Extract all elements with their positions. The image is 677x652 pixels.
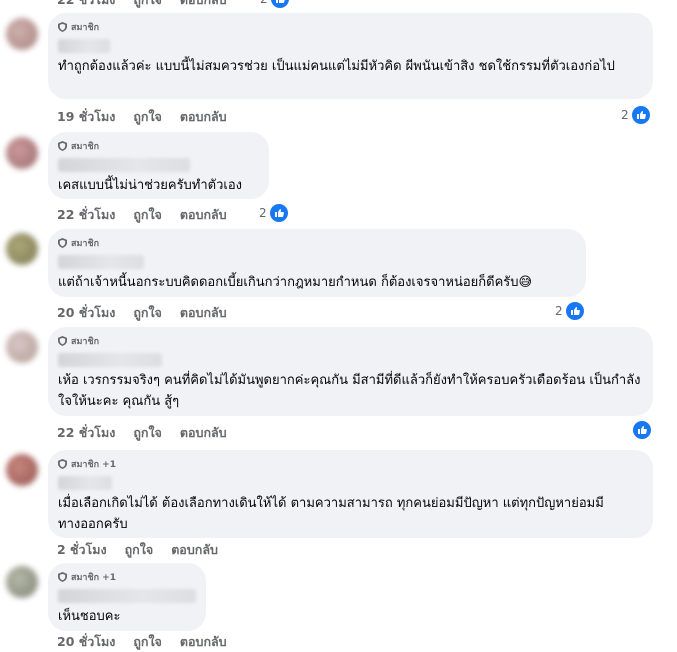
comment-text: ทำถูกต้องแล้วค่ะ แบบนี้ไม่สมควรช่วย เป็น…	[58, 59, 615, 74]
member-badge: สมาชิก	[58, 334, 641, 348]
comment-bubble: สมาชิก เห้อ เวรกรรมจริงๆ คนที่คิดไม่ได้ม…	[48, 327, 653, 416]
comment-bubble: สมาชิก เคสแบบนี้ไม่น่าช่วยครับทำตัวเอง	[48, 132, 269, 199]
comment-bubble: สมาชิก +1 เมื่อเลือกเกิดไม่ได้ ต้องเลือก…	[48, 450, 653, 538]
reaction-count[interactable]: 2	[621, 106, 650, 124]
member-badge: สมาชิก +1	[58, 570, 194, 584]
reaction-count[interactable]: 2	[555, 302, 584, 320]
author-name[interactable]	[58, 158, 190, 172]
comment-time[interactable]: 22 ชั่วโมง	[57, 0, 115, 10]
reaction-count[interactable]: 2	[259, 204, 288, 222]
comment-time[interactable]: 20 ชั่วโมง	[57, 303, 115, 323]
shield-icon	[58, 572, 67, 582]
comment-bubble: สมาชิก ทำถูกต้องแล้วค่ะ แบบนี้ไม่สมควรช่…	[48, 13, 653, 99]
reply-link[interactable]: ตอบกลับ	[180, 205, 227, 225]
reply-link[interactable]: ตอบกลับ	[180, 303, 227, 323]
reply-link[interactable]: ตอบกลับ	[180, 632, 227, 652]
author-name[interactable]	[58, 353, 162, 367]
avatar[interactable]	[6, 137, 38, 169]
like-link[interactable]: ถูกใจ	[133, 303, 162, 323]
comment-actions: 20 ชั่วโมง ถูกใจ ตอบกลับ	[57, 303, 227, 323]
shield-icon	[58, 336, 67, 346]
like-link[interactable]: ถูกใจ	[133, 205, 162, 225]
like-icon	[631, 106, 650, 124]
reply-link[interactable]: ตอบกลับ	[180, 423, 227, 443]
reply-link[interactable]: ตอบกลับ	[171, 540, 218, 560]
shield-icon	[58, 238, 67, 248]
like-link[interactable]: ถูกใจ	[133, 423, 162, 443]
like-icon	[270, 0, 289, 8]
reaction-count[interactable]: 2	[260, 0, 289, 8]
comment-actions: 2 ชั่วโมง ถูกใจ ตอบกลับ	[57, 540, 218, 560]
like-link[interactable]: ถูกใจ	[133, 0, 162, 10]
shield-icon	[58, 22, 67, 32]
like-link[interactable]: ถูกใจ	[125, 540, 154, 560]
comment-time[interactable]: 22 ชั่วโมง	[57, 205, 115, 225]
avatar[interactable]	[6, 18, 38, 50]
shield-icon	[58, 141, 67, 151]
like-icon	[633, 421, 651, 439]
comment-time[interactable]: 19 ชั่วโมง	[57, 107, 115, 127]
comment-actions: 19 ชั่วโมง ถูกใจ ตอบกลับ	[57, 107, 227, 127]
avatar[interactable]	[6, 566, 38, 598]
reply-link[interactable]: ตอบกลับ	[180, 0, 227, 10]
comment-actions: 22 ชั่วโมง ถูกใจ ตอบกลับ	[57, 0, 227, 10]
avatar[interactable]	[6, 233, 38, 265]
like-link[interactable]: ถูกใจ	[133, 632, 162, 652]
author-name[interactable]	[58, 39, 110, 53]
reply-link[interactable]: ตอบกลับ	[180, 107, 227, 127]
comment-text: เห้อ เวรกรรมจริงๆ คนที่คิดไม่ได้มันพูดยา…	[58, 373, 641, 409]
member-badge: สมาชิก	[58, 139, 257, 153]
comment-text: เห็นชอบคะ	[58, 609, 121, 624]
like-icon	[269, 204, 288, 222]
comment-actions: 22 ชั่วโมง ถูกใจ ตอบกลับ	[57, 423, 227, 443]
like-link[interactable]: ถูกใจ	[133, 107, 162, 127]
member-badge: สมาชิก +1	[58, 457, 641, 471]
comment-time[interactable]: 2 ชั่วโมง	[57, 540, 107, 560]
comment-actions: 20 ชั่วโมง ถูกใจ ตอบกลับ	[57, 632, 227, 652]
like-icon	[565, 302, 584, 320]
reaction-count[interactable]	[633, 421, 651, 439]
comment-bubble: สมาชิก แต่ถ้าเจ้าหนี้นอกระบบคิดดอกเบี้ยเ…	[48, 229, 586, 297]
comment-time[interactable]: 22 ชั่วโมง	[57, 423, 115, 443]
comment-bubble: สมาชิก +1 เห็นชอบคะ	[48, 563, 206, 631]
author-name[interactable]	[58, 255, 144, 269]
comment-text: เคสแบบนี้ไม่น่าช่วยครับทำตัวเอง	[58, 178, 243, 193]
comment-actions: 22 ชั่วโมง ถูกใจ ตอบกลับ	[57, 205, 227, 225]
comment-text: แต่ถ้าเจ้าหนี้นอกระบบคิดดอกเบี้ยเกินกว่า…	[58, 275, 533, 290]
comment-time[interactable]: 20 ชั่วโมง	[57, 632, 115, 652]
author-name[interactable]	[58, 476, 112, 490]
comment-text: เมื่อเลือกเกิดไม่ได้ ต้องเลือกทางเดินให้…	[58, 496, 604, 532]
member-badge: สมาชิก	[58, 236, 574, 250]
member-badge: สมาชิก	[58, 20, 641, 34]
avatar[interactable]	[6, 331, 38, 363]
avatar[interactable]	[6, 454, 38, 486]
author-name[interactable]	[58, 589, 196, 603]
shield-icon	[58, 459, 67, 469]
